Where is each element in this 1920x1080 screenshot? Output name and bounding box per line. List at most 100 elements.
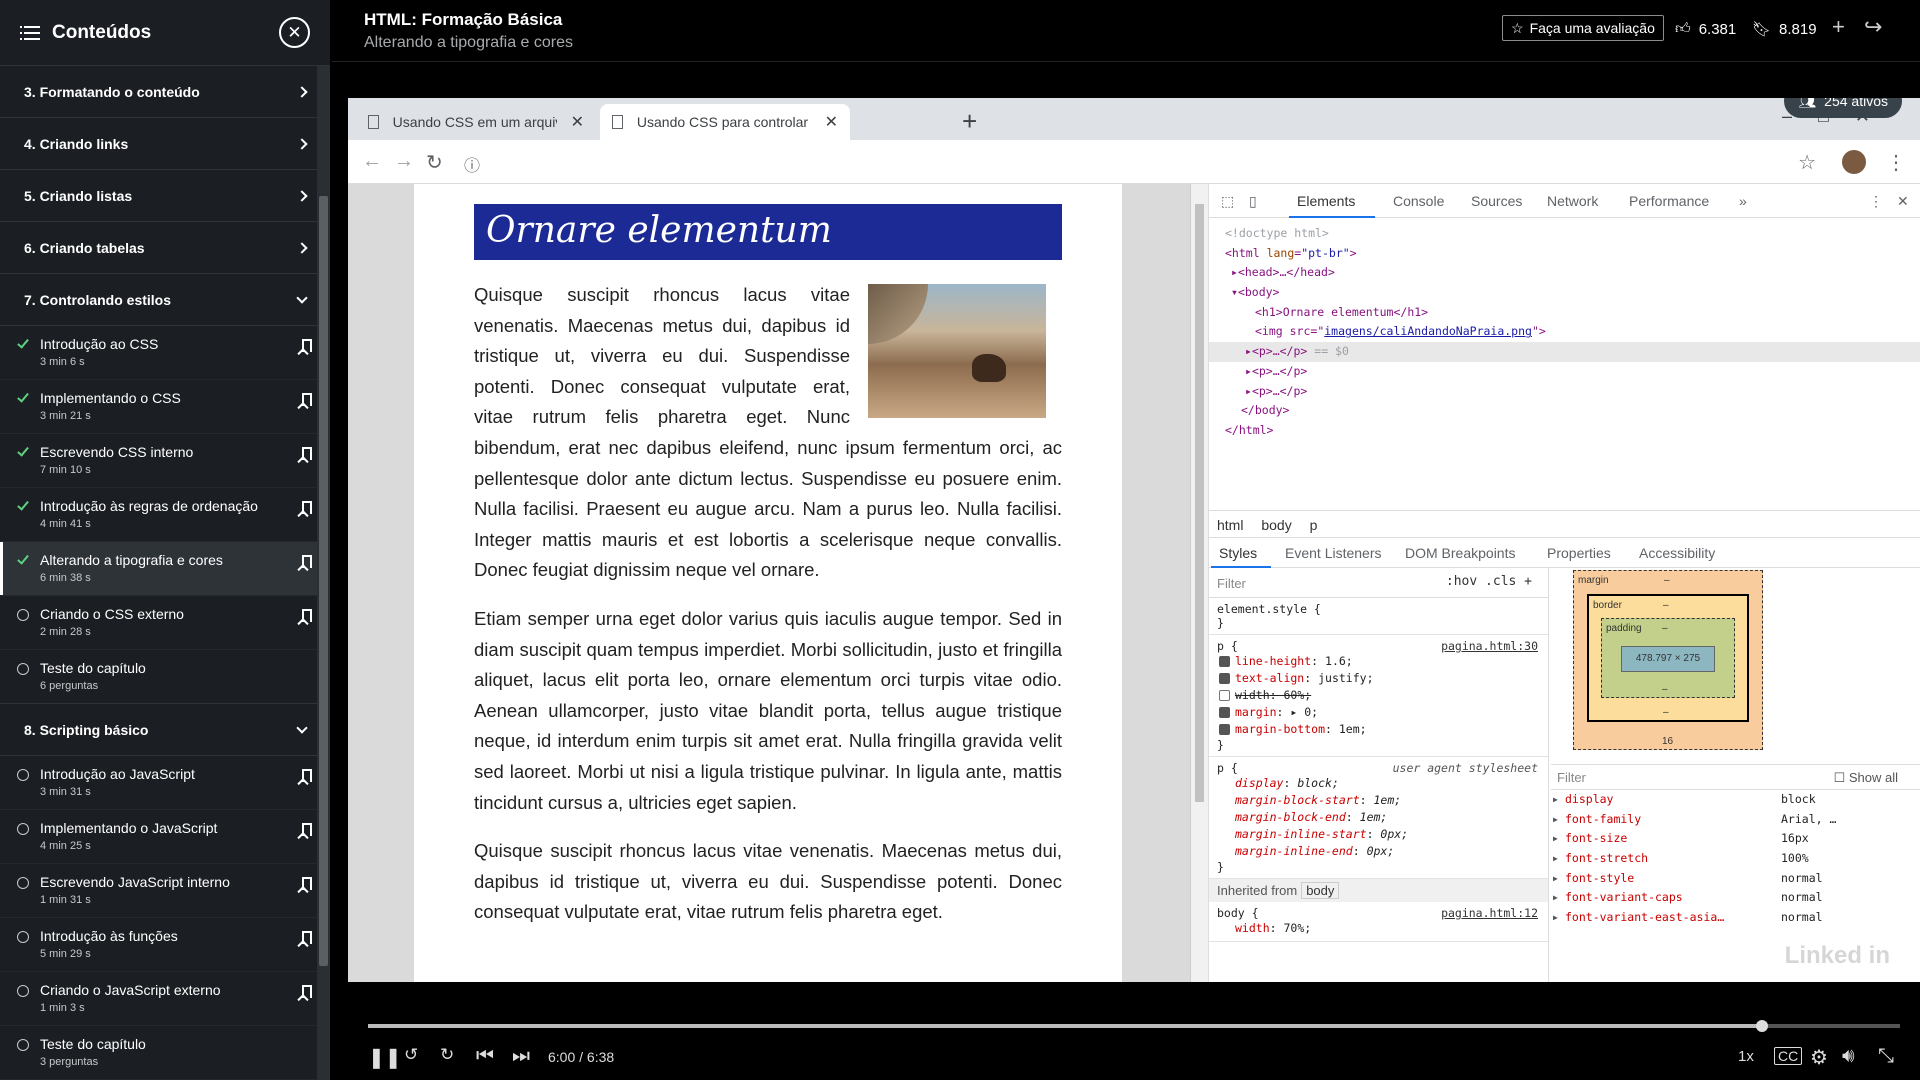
playback-speed[interactable]: 1x (1738, 1048, 1754, 1065)
tab-dom-breakpoints[interactable]: DOM Breakpoints (1405, 545, 1515, 561)
chapter-8[interactable]: 8. Scripting básico (0, 704, 330, 756)
computed-property[interactable]: display block (1551, 790, 1920, 810)
next-icon[interactable]: ⏭︎ (512, 1045, 530, 1068)
star-icon[interactable]: ☆ (1798, 150, 1816, 175)
inherited-tag-link[interactable]: body (1301, 882, 1340, 899)
likes-button[interactable]: 👍︎ 6.381 (1675, 20, 1736, 38)
bookmark-icon[interactable] (302, 823, 312, 836)
forward-10-icon[interactable]: ↻ (440, 1045, 454, 1065)
property-checkbox[interactable] (1219, 673, 1230, 684)
property-value[interactable]: ▸ 0; (1290, 705, 1318, 719)
tab-event-listeners[interactable]: Event Listeners (1285, 545, 1382, 561)
expand-triangle-icon[interactable]: ▸ (1245, 384, 1252, 398)
chapter-5[interactable]: 5. Criando listas (0, 170, 330, 222)
dom-node[interactable]: ▸<head>…</head> (1209, 263, 1920, 283)
settings-icon[interactable]: ⚙ (1810, 1045, 1828, 1070)
tab-console[interactable]: Console (1393, 193, 1444, 209)
lesson-item[interactable]: Escrevendo JavaScript interno 1 min 31 s (0, 864, 330, 918)
lesson-item-active[interactable]: Alterando a tipografia e cores 6 min 38 s (0, 542, 330, 596)
property-value[interactable]: justify; (1318, 671, 1373, 685)
tab-performance[interactable]: Performance (1629, 193, 1709, 209)
progress-handle[interactable] (1756, 1020, 1769, 1032)
scrollbar-thumb[interactable] (319, 196, 328, 966)
property-name[interactable]: margin (1235, 705, 1277, 719)
computed-property[interactable]: font-variant-caps normal (1551, 888, 1920, 908)
tab-accessibility[interactable]: Accessibility (1639, 545, 1715, 561)
bookmark-icon[interactable] (302, 931, 312, 944)
lesson-item[interactable]: Criando o CSS externo 2 min 28 s (0, 596, 330, 650)
styles-filter-input[interactable]: Filter:hov .cls + (1209, 568, 1548, 598)
more-tabs-icon[interactable]: » (1739, 193, 1747, 209)
close-tab-icon[interactable]: ✕ (571, 112, 584, 132)
reload-icon[interactable]: ↻ (426, 150, 443, 175)
lesson-item[interactable]: Introdução às funções 5 min 29 s (0, 918, 330, 972)
property-checkbox[interactable] (1219, 707, 1230, 718)
lesson-item[interactable]: Implementando o JavaScript 4 min 25 s (0, 810, 330, 864)
close-sidebar-button[interactable]: ✕ (279, 17, 310, 48)
breadcrumb-item[interactable]: p (1310, 517, 1318, 533)
tab-properties[interactable]: Properties (1547, 545, 1611, 561)
collapse-triangle-icon[interactable]: ▾ (1231, 285, 1238, 299)
rate-button[interactable]: ☆ Faça uma avaliação (1502, 15, 1664, 41)
bookmark-icon[interactable] (302, 877, 312, 890)
bookmark-icon[interactable] (302, 609, 312, 622)
property-name[interactable]: width (1235, 921, 1270, 935)
add-icon[interactable]: + (1832, 14, 1845, 40)
dom-node[interactable]: <h1>Ornare elementum</h1> (1209, 303, 1920, 323)
close-devtools-icon[interactable]: ✕ (1897, 193, 1909, 210)
browser-tab[interactable]: Usando CSS em um arquivo exte ✕ (356, 104, 596, 140)
lesson-item[interactable]: Implementando o CSS 3 min 21 s (0, 380, 330, 434)
chapter-4[interactable]: 4. Criando links (0, 118, 330, 170)
show-all-checkbox[interactable]: ☐ Show all (1834, 770, 1898, 786)
tab-sources[interactable]: Sources (1471, 193, 1522, 209)
dom-node[interactable]: </body> (1209, 401, 1920, 421)
progress-bar[interactable] (368, 1020, 1900, 1032)
expand-triangle-icon[interactable]: ▸ (1245, 344, 1252, 358)
property-checkbox[interactable] (1219, 690, 1230, 701)
page-scrollbar[interactable] (1191, 184, 1209, 982)
tab-styles[interactable]: Styles (1219, 545, 1257, 561)
browser-tab-active[interactable]: Usando CSS para controlar fonte ✕ (600, 104, 850, 140)
dom-node[interactable]: <!doctype html> (1209, 224, 1920, 244)
property-value[interactable]: 70%; (1283, 921, 1311, 935)
bookmark-icon[interactable] (302, 985, 312, 998)
more-icon[interactable]: ⋮ (1886, 150, 1906, 175)
lesson-item[interactable]: Escrevendo CSS interno 7 min 10 s (0, 434, 330, 488)
computed-property[interactable]: font-variant-east-asia… normal (1551, 908, 1920, 928)
hov-cls-buttons[interactable]: :hov .cls + (1446, 574, 1532, 589)
lesson-item[interactable]: Introdução ao CSS 3 min 6 s (0, 326, 330, 380)
rewind-10-icon[interactable]: ↺ (404, 1045, 418, 1065)
chapter-7[interactable]: 7. Controlando estilos (0, 274, 330, 326)
avatar[interactable] (1842, 150, 1866, 174)
dom-node[interactable]: ▸<p>…</p> (1209, 382, 1920, 402)
lesson-item[interactable]: Introdução às regras de ordenação 4 min 4… (0, 488, 330, 542)
dom-node[interactable]: </html> (1209, 421, 1920, 441)
inspect-icon[interactable]: ⬚ (1221, 193, 1234, 210)
property-name[interactable]: line-height (1235, 654, 1311, 668)
video-frame[interactable]: Usando CSS em um arquivo exte ✕ Usando CS… (348, 98, 1920, 982)
property-value[interactable]: 1em; (1339, 722, 1367, 736)
lesson-item[interactable]: Teste do capítulo 3 perguntas (0, 1026, 330, 1080)
computed-property[interactable]: font-style normal (1551, 869, 1920, 889)
property-checkbox[interactable] (1219, 656, 1230, 667)
computed-property[interactable]: font-stretch 100% (1551, 849, 1920, 869)
breadcrumb-item[interactable]: html (1217, 517, 1243, 533)
breadcrumb-item[interactable]: body (1261, 517, 1291, 533)
bookmark-icon[interactable] (302, 447, 312, 460)
expand-triangle-icon[interactable]: ▸ (1231, 265, 1238, 279)
device-toolbar-icon[interactable]: ▯ (1249, 193, 1257, 210)
bookmark-icon[interactable] (302, 393, 312, 406)
back-icon[interactable]: ← (362, 150, 382, 173)
chapter-3[interactable]: 3. Formatando o conteúdo (0, 66, 330, 118)
exit-fullscreen-icon[interactable]: ⤡ (1878, 1045, 1894, 1068)
lesson-item[interactable]: Introdução ao JavaScript 3 min 31 s (0, 756, 330, 810)
property-value[interactable]: 1.6; (1325, 654, 1353, 668)
volume-icon[interactable]: 🔊︎ (1842, 1045, 1855, 1068)
lesson-item[interactable]: Criando o JavaScript externo 1 min 3 s (0, 972, 330, 1026)
scrollbar-thumb[interactable] (1195, 204, 1204, 802)
info-icon[interactable]: ⓘ (464, 152, 480, 176)
bookmark-icon[interactable] (302, 501, 312, 514)
bookmark-icon[interactable] (302, 769, 312, 782)
lesson-item[interactable]: Teste do capítulo 6 perguntas (0, 650, 330, 704)
dom-node[interactable]: ▸<p>…</p> (1209, 362, 1920, 382)
